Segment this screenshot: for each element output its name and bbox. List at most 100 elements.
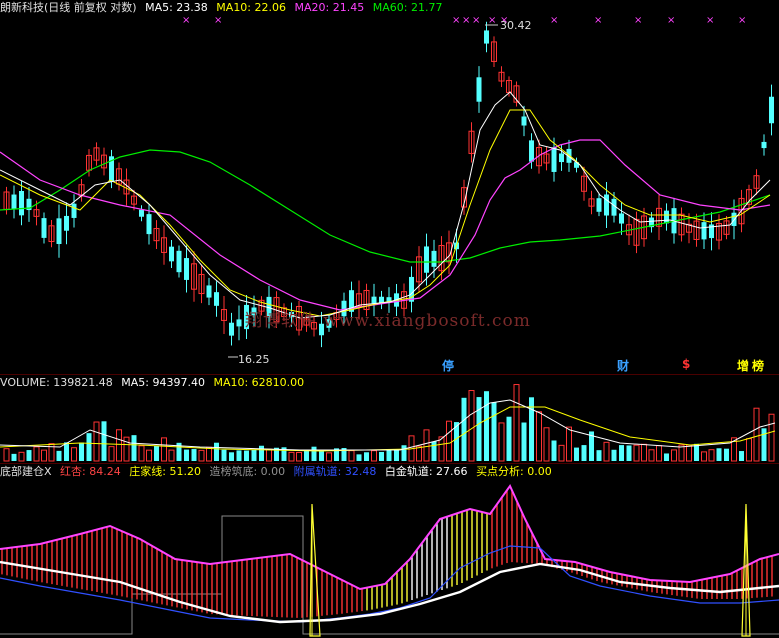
event-tag-increase[interactable]: 增	[737, 357, 749, 374]
indicator-chart-pane[interactable]: 底部建仓X 红杏: 84.24 庄家线: 51.20 造榜筑底: 0.00 附属…	[0, 463, 779, 638]
volume-bar-up	[656, 445, 662, 462]
candle-down	[769, 96, 774, 124]
volume-bar-down	[476, 397, 482, 461]
volume-bar-down	[716, 448, 722, 461]
volume-bar-up	[558, 444, 565, 462]
ma20-value: MA20: 21.45	[294, 1, 365, 14]
watermark: 翔博软件 www.xiangbosoft.com	[245, 311, 531, 331]
peak-price-label: 30.42	[500, 19, 532, 32]
volume-bar-down	[694, 443, 699, 461]
volume-bar-up	[603, 441, 610, 462]
volume-bar-down	[244, 450, 249, 461]
volume-bar-down	[521, 422, 527, 461]
price-chart-pane[interactable]: 朗新科技(日线 前复权 对数) MA5: 23.38 MA10: 22.06 M…	[0, 0, 779, 374]
volume-bar-up	[123, 436, 130, 462]
volume-bar-down	[574, 447, 579, 461]
volume-bar-up	[468, 390, 475, 462]
volume-bar-up	[498, 422, 505, 462]
signal-marker: ×	[634, 15, 642, 26]
volume-chart-pane[interactable]: VOLUME: 139821.48 MA5: 94397.40 MA10: 62…	[0, 374, 779, 463]
signal-marker: ×	[472, 15, 480, 26]
volume-bar-up	[686, 444, 692, 462]
volume-bar-up	[348, 450, 355, 462]
ma60-value: MA60: 21.77	[372, 1, 443, 14]
volume-bar-down	[364, 452, 369, 461]
volume-bar-down	[101, 421, 107, 461]
candle-down	[559, 153, 564, 163]
zhuangjia-value: 庄家线: 51.20	[129, 465, 201, 478]
volume-bar-down	[184, 449, 189, 461]
event-tag-suspend[interactable]: 停	[442, 357, 454, 374]
volume-bar-up	[513, 384, 520, 462]
volume-bar-down	[491, 402, 497, 461]
volume-bar-up	[41, 449, 47, 462]
volume-bar-down	[154, 445, 159, 461]
volume-bar-down	[484, 391, 489, 461]
volume-bar-up	[168, 449, 175, 462]
volume-ma10-value: MA10: 62810.00	[213, 376, 305, 389]
event-tag-dividend[interactable]: $	[682, 357, 690, 371]
candle-down	[41, 218, 47, 238]
volume-bar-down	[214, 442, 219, 461]
volume-bar-up	[753, 407, 760, 462]
candle-down	[371, 296, 377, 304]
indicator-chart[interactable]	[0, 464, 779, 638]
volume-bar-down	[56, 450, 62, 461]
candle-down	[146, 214, 152, 235]
candle-down	[619, 213, 624, 224]
signal-marker: ×	[182, 15, 190, 26]
baijin-value: 白金轨道: 27.66	[384, 465, 468, 478]
volume-bar-down	[379, 451, 384, 461]
candle-down	[596, 198, 602, 212]
volume-bar-down	[356, 454, 362, 461]
stock-title: 朗新科技(日线 前复权 对数)	[0, 1, 137, 14]
volume-bar-down	[251, 449, 257, 461]
volume-bar-up	[3, 448, 10, 462]
ma10-value: MA10: 22.06	[216, 1, 287, 14]
maidian-value: 买点分析: 0.00	[476, 465, 552, 478]
fuzhu-value: 附属轨道: 32.48	[293, 465, 377, 478]
signal-marker: ×	[214, 15, 222, 26]
volume-bar-down	[626, 445, 632, 461]
volume-ma5-value: MA5: 94397.40	[121, 376, 205, 389]
indicator-title: 底部建仓X	[0, 465, 52, 478]
volume-bar-down	[319, 450, 324, 461]
volume-bar-down	[596, 450, 602, 461]
volume-bar-down	[401, 445, 407, 461]
trough-price-label: 16.25	[238, 353, 270, 366]
volume-bar-down	[64, 442, 69, 461]
volume-bar-down	[11, 453, 17, 461]
candle-down	[551, 147, 557, 172]
event-tag-list[interactable]: 榜	[752, 357, 764, 374]
volume-bar-down	[229, 452, 234, 461]
candle-down	[184, 258, 189, 280]
signal-marker: ×	[452, 15, 460, 26]
volume-bar-up	[536, 411, 542, 462]
signal-marker: ×	[738, 15, 746, 26]
candle-down	[64, 215, 69, 231]
event-tag-finance[interactable]: 财	[617, 357, 629, 374]
indicator-legend: 底部建仓X 红杏: 84.24 庄家线: 51.20 造榜筑底: 0.00 附属…	[0, 464, 557, 480]
volume-value: VOLUME: 139821.48	[0, 376, 113, 389]
signal-marker: ×	[667, 15, 675, 26]
candle-down	[424, 246, 429, 273]
hongxing-value: 红杏: 84.24	[60, 465, 121, 478]
volume-bar-down	[221, 449, 227, 461]
volume-bar-down	[431, 441, 437, 461]
volume-bar-up	[566, 426, 572, 462]
volume-bar-down	[26, 450, 32, 461]
volume-bar-up	[423, 429, 430, 462]
volume-bar-up	[543, 427, 550, 462]
candle-down	[11, 194, 17, 210]
signal-marker: ×	[550, 15, 558, 26]
volume-legend: VOLUME: 139821.48 MA5: 94397.40 MA10: 62…	[0, 375, 309, 391]
candle-down	[176, 250, 182, 273]
volume-bar-down	[739, 451, 744, 461]
zaobang-value: 造榜筑底: 0.00	[209, 465, 286, 478]
volume-bar-down	[131, 435, 137, 461]
volume-bar-up	[288, 451, 295, 462]
volume-bar-down	[86, 433, 92, 461]
candle-down	[484, 30, 489, 44]
volume-bar-up	[416, 445, 422, 462]
candle-down	[214, 292, 219, 306]
